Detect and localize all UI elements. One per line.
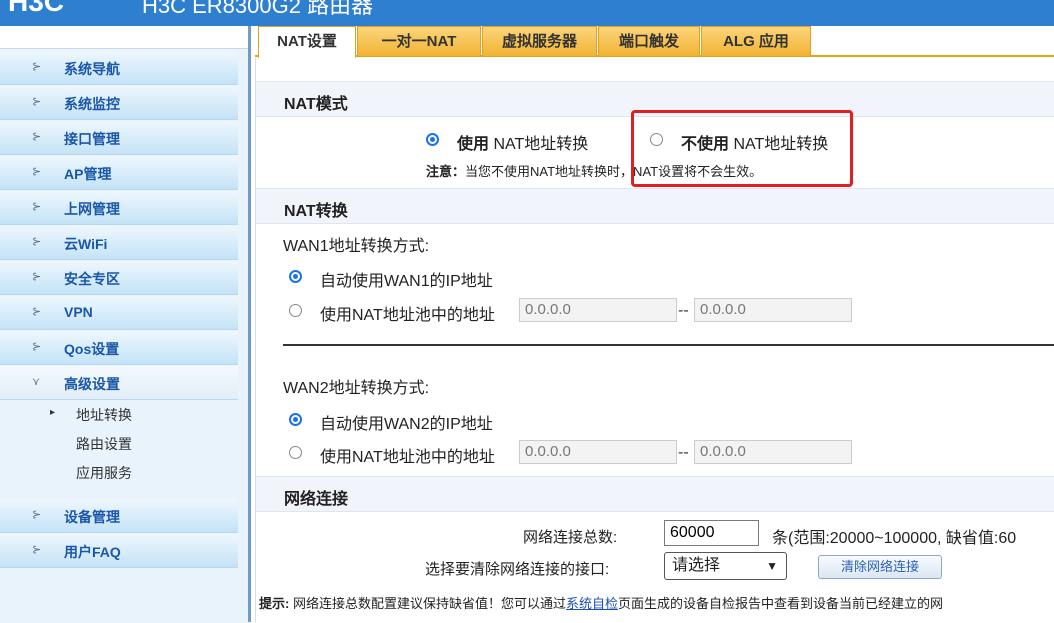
self-check-link[interactable]: 系统自检 bbox=[566, 596, 618, 611]
expand-arrow-icon: ⊱ bbox=[32, 60, 42, 73]
section-title: 网络连接 bbox=[284, 491, 349, 508]
connection-total-input[interactable]: 60000 bbox=[664, 520, 759, 546]
note-label: 注意： bbox=[426, 164, 466, 179]
wan1-auto-radio[interactable] bbox=[289, 270, 302, 283]
select-value: 请选择 bbox=[672, 557, 721, 574]
tip-text-part1: 网络连接总数配置建议保持缺省值！您可以通过 bbox=[292, 596, 566, 611]
wan2-mode-label: WAN2地址转换方式: bbox=[283, 380, 430, 397]
sidebar-item-security[interactable]: ⊱ 安全专区 bbox=[0, 261, 238, 295]
sidebar-item-label: 安全专区 bbox=[64, 271, 120, 287]
connection-range-hint: 条(范围:20000~100000, 缺省值:60 bbox=[772, 530, 1017, 547]
collapse-arrow-icon: ⋎ bbox=[32, 375, 41, 388]
sidebar-item-qos[interactable]: ⊱ Qos设置 bbox=[0, 331, 238, 365]
expand-arrow-icon: ⊱ bbox=[32, 200, 42, 213]
expand-arrow-icon: ⊱ bbox=[32, 95, 42, 108]
expand-arrow-icon: ⊱ bbox=[32, 508, 42, 521]
sidebar-item-device[interactable]: ⊱ 设备管理 bbox=[0, 499, 238, 533]
tab-one-to-one-nat[interactable]: 一对一NAT bbox=[357, 26, 481, 56]
clear-interface-label: 选择要清除网络连接的接口: bbox=[425, 561, 610, 578]
tip-text-part2: 页面生成的设备自检报告中查看到设备当前已经建立的网 bbox=[618, 596, 944, 611]
sidebar-item-label: 用户FAQ bbox=[64, 544, 121, 560]
tab-nat-settings[interactable]: NAT设置 bbox=[258, 26, 356, 59]
use-nat-label[interactable]: 使用 NAT地址转换 bbox=[457, 130, 588, 154]
use-nat-radio[interactable] bbox=[426, 133, 439, 146]
wan2-pool-start-input[interactable]: 0.0.0.0 bbox=[519, 440, 677, 464]
tip-text: 提示: 网络连接总数配置建议保持缺省值！您可以通过系统自检页面生成的设备自检报告… bbox=[259, 593, 943, 612]
tab-virtual-server[interactable]: 虚拟服务器 bbox=[482, 26, 597, 56]
expand-arrow-icon: ⊱ bbox=[32, 165, 42, 178]
app-title: H3C ER8300G2 路由器 bbox=[142, 0, 374, 18]
interface-select[interactable]: 请选择 ▼ bbox=[664, 552, 787, 580]
range-separator: -- bbox=[678, 443, 689, 461]
current-item-marker-icon: ▸ bbox=[50, 407, 56, 418]
brand-logo: H3C bbox=[8, 0, 65, 17]
expand-arrow-icon: ⊱ bbox=[32, 543, 42, 556]
sidebar-item-system-nav[interactable]: ⊱ 系统导航 bbox=[0, 51, 238, 85]
connection-total-label: 网络连接总数: bbox=[523, 529, 618, 546]
use-nat-bold: 使用 bbox=[457, 136, 490, 153]
nat-conversion-header: NAT转换 bbox=[256, 188, 1054, 224]
wan1-pool-start-input[interactable]: 0.0.0.0 bbox=[519, 298, 677, 322]
highlight-annotation-box bbox=[631, 110, 853, 187]
range-separator: -- bbox=[678, 301, 689, 319]
chevron-down-icon: ▼ bbox=[766, 559, 778, 573]
section-title: NAT转换 bbox=[284, 203, 348, 220]
sidebar-item-label: 云WiFi bbox=[64, 236, 108, 252]
sidebar-item-system-monitor[interactable]: ⊱ 系统监控 bbox=[0, 86, 238, 120]
wan2-auto-radio[interactable] bbox=[289, 413, 302, 426]
wan1-pool-end-input[interactable]: 0.0.0.0 bbox=[694, 298, 852, 322]
wan2-pool-radio[interactable] bbox=[289, 446, 302, 459]
sidebar-subitem-nat[interactable]: 地址转换 bbox=[76, 405, 132, 425]
sidebar-item-internet[interactable]: ⊱ 上网管理 bbox=[0, 191, 238, 225]
wan1-pool-radio[interactable] bbox=[289, 304, 302, 317]
sidebar-subitem-app-service[interactable]: 应用服务 bbox=[76, 463, 132, 483]
sidebar-item-label: AP管理 bbox=[64, 166, 112, 182]
section-title: NAT模式 bbox=[284, 96, 348, 113]
sidebar-item-faq[interactable]: ⊱ 用户FAQ bbox=[0, 534, 238, 568]
wan2-pool-end-input[interactable]: 0.0.0.0 bbox=[694, 440, 852, 464]
wan1-mode-label: WAN1地址转换方式: bbox=[283, 238, 430, 255]
sidebar-item-label: Qos设置 bbox=[64, 341, 120, 357]
expand-arrow-icon: ⊱ bbox=[32, 340, 42, 353]
sidebar-item-vpn[interactable]: ⊱ VPN bbox=[0, 296, 238, 330]
sidebar-divider bbox=[248, 26, 251, 622]
sidebar-subitem-routing[interactable]: 路由设置 bbox=[76, 434, 132, 454]
expand-arrow-icon: ⊱ bbox=[32, 235, 42, 248]
sidebar-item-label: 设备管理 bbox=[64, 509, 120, 525]
tab-bar: NAT设置 一对一NAT 虚拟服务器 端口触发 ALG 应用 bbox=[255, 26, 1054, 59]
expand-arrow-icon: ⊱ bbox=[32, 130, 42, 143]
sidebar-item-cloud-wifi[interactable]: ⊱ 云WiFi bbox=[0, 226, 238, 260]
wan1-pool-label[interactable]: 使用NAT地址池中的地址 bbox=[320, 301, 495, 325]
clear-connections-button[interactable]: 清除网络连接 bbox=[818, 555, 942, 579]
sidebar-item-label: 系统导航 bbox=[64, 61, 120, 77]
expand-arrow-icon: ⊱ bbox=[32, 305, 42, 318]
divider bbox=[283, 344, 1054, 346]
use-nat-rest: NAT地址转换 bbox=[493, 136, 589, 153]
network-connection-header: 网络连接 bbox=[256, 476, 1054, 512]
sidebar-item-label: 系统监控 bbox=[64, 96, 120, 112]
tab-port-trigger[interactable]: 端口触发 bbox=[598, 26, 700, 56]
sidebar-item-label: VPN bbox=[64, 304, 93, 320]
sidebar-item-label: 上网管理 bbox=[64, 201, 120, 217]
app-header: H3C H3C ER8300G2 路由器 bbox=[0, 0, 1054, 26]
sidebar-item-label: 高级设置 bbox=[64, 376, 120, 392]
tip-label: 提示: bbox=[259, 596, 290, 611]
sidebar-item-interface[interactable]: ⊱ 接口管理 bbox=[0, 121, 238, 155]
wan2-pool-label[interactable]: 使用NAT地址池中的地址 bbox=[320, 443, 495, 467]
sidebar-item-advanced[interactable]: ⋎ 高级设置 bbox=[0, 366, 238, 400]
expand-arrow-icon: ⊱ bbox=[32, 270, 42, 283]
wan1-auto-label[interactable]: 自动使用WAN1的IP地址 bbox=[320, 267, 493, 291]
tab-alg[interactable]: ALG 应用 bbox=[701, 26, 811, 56]
sidebar: ⊱ 系统导航 ⊱ 系统监控 ⊱ 接口管理 ⊱ AP管理 ⊱ 上网管理 ⊱ 云Wi… bbox=[0, 26, 251, 623]
wan2-auto-label[interactable]: 自动使用WAN2的IP地址 bbox=[320, 410, 493, 434]
sidebar-item-label: 接口管理 bbox=[64, 131, 120, 147]
sidebar-item-ap[interactable]: ⊱ AP管理 bbox=[0, 156, 238, 190]
